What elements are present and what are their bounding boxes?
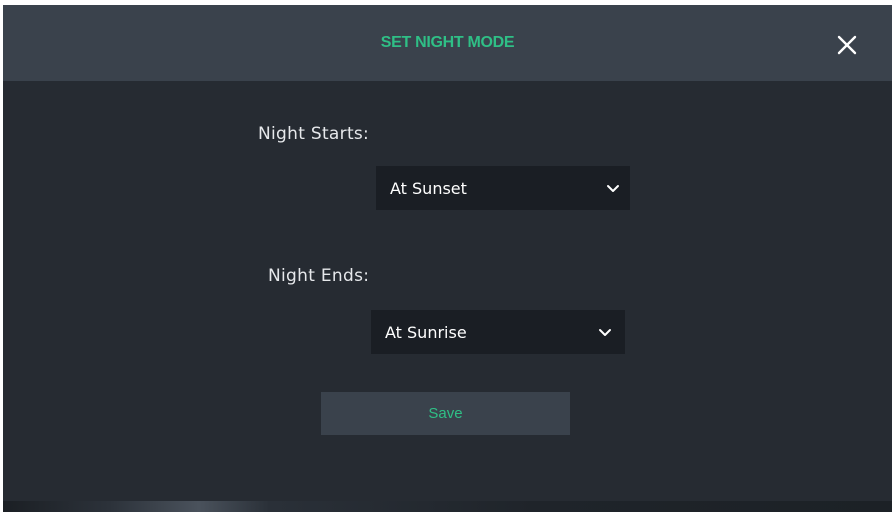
night-ends-label: Night Ends: (268, 266, 370, 286)
bottom-strip (3, 501, 892, 512)
night-starts-value: At Sunset (390, 179, 467, 198)
dialog-title: SET NIGHT MODE (380, 34, 515, 51)
close-button[interactable] (829, 27, 865, 63)
close-icon (837, 35, 857, 55)
save-button[interactable]: Save (321, 392, 570, 435)
night-mode-dialog: SET NIGHT MODE Night Starts: At Sunset N… (3, 5, 892, 512)
chevron-down-icon (607, 185, 619, 192)
night-ends-select[interactable]: At Sunrise (371, 310, 625, 354)
night-starts-select[interactable]: At Sunset (376, 166, 630, 210)
night-starts-label: Night Starts: (258, 124, 370, 144)
night-ends-value: At Sunrise (385, 323, 467, 342)
chevron-down-icon (599, 329, 611, 336)
save-button-label: Save (428, 405, 463, 422)
dialog-header: SET NIGHT MODE (3, 5, 892, 81)
